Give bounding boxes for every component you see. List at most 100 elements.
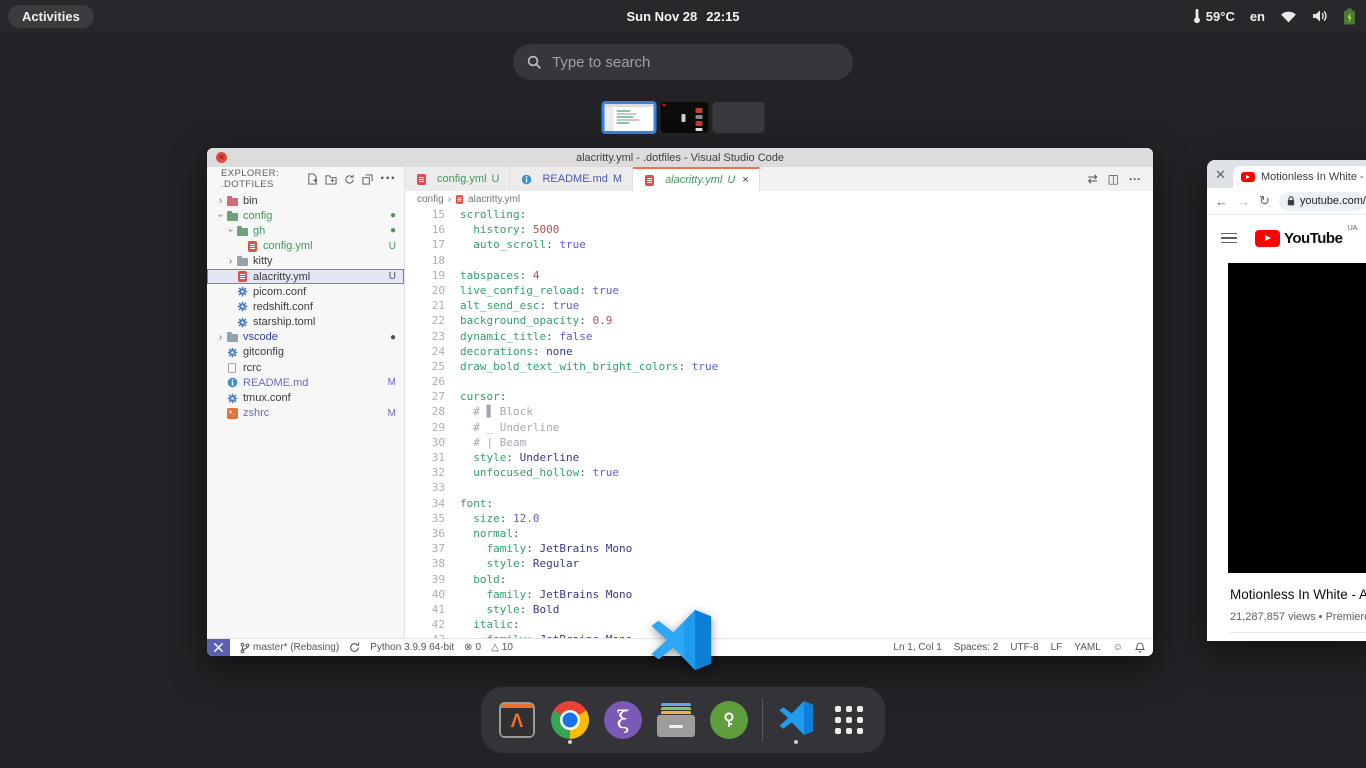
split-editor-icon[interactable]: ◫: [1108, 172, 1119, 186]
tree-item-tmux-conf[interactable]: tmux.conf: [207, 390, 404, 405]
status-item-10[interactable]: △10: [491, 642, 513, 653]
dock-item-keepassxc[interactable]: [709, 696, 749, 744]
keyboard-layout[interactable]: en: [1250, 9, 1265, 24]
back-icon[interactable]: ←: [1215, 194, 1228, 209]
yaml-icon: [645, 175, 654, 186]
line-number: 18: [405, 253, 445, 268]
tree-item-config-yml[interactable]: config.yml U: [207, 239, 404, 254]
code-line: 38 style: Regular: [405, 556, 1153, 571]
collapse-folders-icon[interactable]: [362, 174, 373, 185]
chrome-close-button[interactable]: ✕: [1215, 167, 1226, 183]
more-editor-actions-icon[interactable]: ···: [1129, 172, 1141, 186]
video-title: Motionless In White - Anot: [1230, 587, 1366, 602]
vscode-icon: [778, 700, 814, 741]
clock[interactable]: Sun Nov 28 22:15: [626, 9, 739, 24]
more-actions-icon[interactable]: ···: [380, 170, 396, 188]
tree-item-vscode[interactable]: › vscode ●: [207, 330, 404, 345]
code-editor[interactable]: 15 scrolling: 16 history: 5000 17 auto_s…: [405, 207, 1153, 639]
battery-charging-icon[interactable]: [1343, 8, 1356, 25]
close-tab-icon[interactable]: ×: [742, 174, 748, 186]
line-number: 29: [405, 420, 445, 435]
open-changes-icon[interactable]: ⇄: [1088, 172, 1098, 186]
tab-config-yml[interactable]: config.yml U: [405, 167, 510, 191]
status-item-spaces-2[interactable]: Spaces: 2: [954, 642, 998, 653]
status-item[interactable]: ☺: [1113, 643, 1123, 653]
remote-indicator[interactable]: [207, 639, 230, 656]
tab-readme-md[interactable]: README.md M: [510, 167, 633, 191]
code-line: 34 font:: [405, 496, 1153, 511]
tab-alacritty-yml[interactable]: alacritty.yml U ×: [633, 167, 760, 191]
line-number: 31: [405, 450, 445, 465]
tree-item-rcrc[interactable]: rcrc: [207, 360, 404, 375]
code-line: 30 # | Beam: [405, 435, 1153, 450]
chevron-down-icon[interactable]: ›: [225, 225, 236, 236]
git-badge: M: [388, 408, 396, 419]
gear-icon: [227, 347, 238, 358]
tree-item-readme-md[interactable]: README.md M: [207, 375, 404, 390]
status-item-ln-1-col-1[interactable]: Ln 1, Col 1: [893, 642, 941, 653]
status-item[interactable]: [1135, 642, 1145, 654]
dock-item-app-grid[interactable]: [829, 696, 869, 744]
new-folder-icon[interactable]: [325, 174, 337, 185]
line-number: 28: [405, 404, 445, 419]
chevron-right-icon[interactable]: ›: [215, 195, 226, 206]
git-badge: ●: [390, 332, 396, 343]
tree-item-zshrc[interactable]: >_ zshrc M: [207, 406, 404, 421]
dock-item-files[interactable]: [656, 696, 696, 744]
temperature-value: 59°C: [1206, 9, 1235, 24]
tree-item-gitconfig[interactable]: gitconfig: [207, 345, 404, 360]
breadcrumb[interactable]: config › alacritty.yml: [405, 191, 1153, 207]
menu-icon[interactable]: [1221, 230, 1237, 247]
line-number: 23: [405, 329, 445, 344]
chevron-right-icon[interactable]: ›: [225, 256, 236, 267]
editor-tabbar: config.yml U README.md M alacritty.yml U…: [405, 167, 1153, 191]
dock-item-emacs[interactable]: ξ: [603, 696, 643, 744]
dock: Λξ: [481, 687, 885, 753]
breadcrumb-folder[interactable]: config: [417, 194, 444, 205]
breadcrumb-file[interactable]: alacritty.yml: [468, 194, 520, 205]
gear-icon: [237, 301, 248, 312]
vscode-app-icon[interactable]: [649, 608, 713, 672]
tree-item-redshift-conf[interactable]: redshift.conf: [207, 299, 404, 314]
system-tray[interactable]: 59°C en: [1192, 8, 1356, 25]
tree-item-picom-conf[interactable]: picom.conf: [207, 284, 404, 299]
vscode-titlebar[interactable]: ✕ alacritty.yml - .dotfiles - Visual Stu…: [207, 148, 1153, 167]
reload-icon[interactable]: ↻: [1259, 193, 1270, 209]
youtube-logo[interactable]: YouTube UA: [1255, 230, 1342, 247]
workspace-thumbnail-empty[interactable]: [713, 102, 765, 133]
forward-icon[interactable]: →: [1237, 194, 1250, 209]
tree-item-config[interactable]: › config ●: [207, 208, 404, 223]
activities-button[interactable]: Activities: [8, 5, 94, 28]
workspace-thumbnail-youtube[interactable]: [661, 102, 709, 133]
status-item-master-rebasing-[interactable]: master* (Rebasing): [240, 642, 339, 654]
refresh-icon[interactable]: [344, 174, 355, 185]
video-player[interactable]: [1228, 263, 1366, 573]
line-number: 24: [405, 344, 445, 359]
chrome-tab[interactable]: Motionless In White - A: [1233, 166, 1366, 188]
chevron-down-icon[interactable]: ›: [215, 210, 226, 221]
error-icon: ⊗: [464, 643, 472, 653]
tree-item-kitty[interactable]: › kitty: [207, 254, 404, 269]
tree-item-starship-toml[interactable]: starship.toml: [207, 315, 404, 330]
dock-item-chrome[interactable]: [550, 696, 590, 744]
new-file-icon[interactable]: [307, 173, 318, 185]
dock-item-alacritty[interactable]: Λ: [497, 696, 537, 744]
chevron-right-icon[interactable]: ›: [215, 332, 226, 343]
status-item-0[interactable]: ⊗0: [464, 642, 481, 653]
tree-item-bin[interactable]: › bin: [207, 193, 404, 208]
wifi-icon[interactable]: [1280, 10, 1297, 23]
tree-item-alacritty-yml[interactable]: alacritty.yml U: [207, 269, 404, 284]
status-item-python-3-9-9-64-bit[interactable]: Python 3.9.9 64-bit: [370, 642, 454, 653]
status-item-utf-8[interactable]: UTF-8: [1010, 642, 1038, 653]
status-item-lf[interactable]: LF: [1051, 642, 1063, 653]
search-input[interactable]: Type to search: [513, 44, 853, 80]
status-item[interactable]: [349, 642, 360, 653]
feedback-icon: ☺: [1113, 643, 1123, 653]
status-item-yaml[interactable]: YAML: [1074, 642, 1101, 653]
window-close-button[interactable]: ✕: [216, 152, 227, 163]
tree-item-gh[interactable]: › gh ●: [207, 223, 404, 238]
dock-item-vscode[interactable]: [776, 696, 816, 744]
volume-icon[interactable]: [1312, 9, 1328, 23]
address-bar[interactable]: youtube.com/wa: [1279, 192, 1365, 211]
workspace-thumbnail-active[interactable]: [602, 101, 657, 134]
